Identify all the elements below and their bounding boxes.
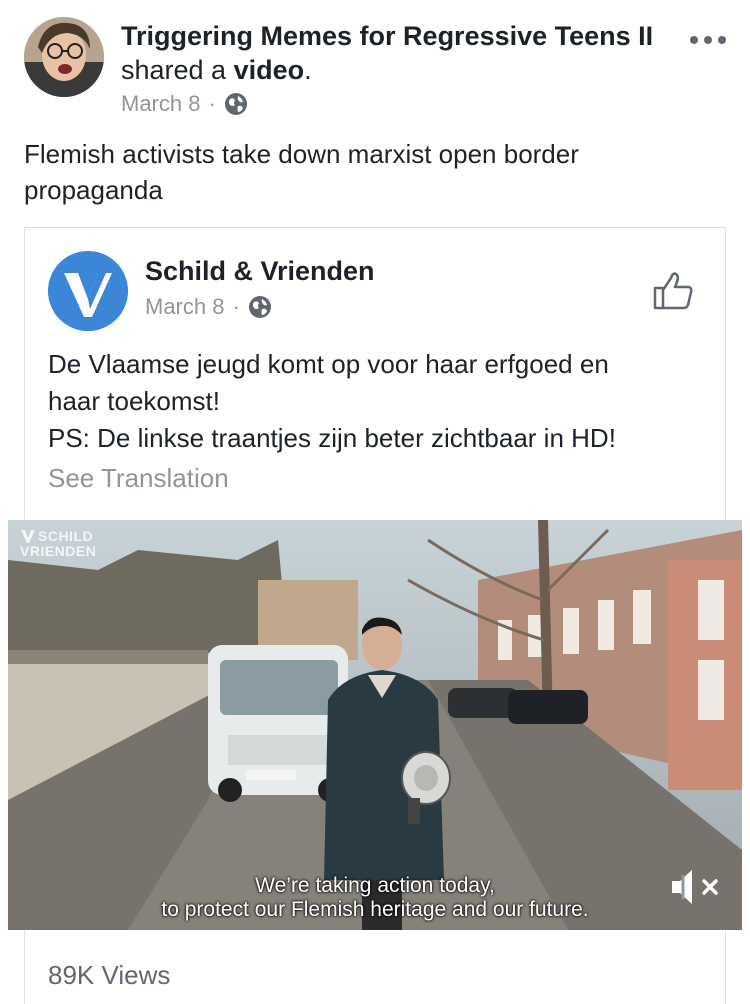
poster-avatar-image <box>24 17 104 97</box>
shared-post-date-link[interactable]: March 8 <box>145 294 224 320</box>
video-watermark: SCHILD VRIENDEN <box>20 528 96 558</box>
meta-separator: · <box>208 91 216 116</box>
poster-avatar[interactable] <box>24 17 104 97</box>
poster-name-link[interactable]: Triggering Memes for Regressive Teens II <box>121 21 653 51</box>
message-line: De Vlaamse jeugd komt op voor haar erfgo… <box>48 349 609 379</box>
speaker-muted-icon[interactable] <box>668 865 724 909</box>
watermark-text-2: VRIENDEN <box>20 543 97 559</box>
video-view-count: 89K Views <box>48 960 171 990</box>
page-name-link[interactable]: Schild & Vrienden <box>145 256 375 287</box>
post-meta: March 8 · <box>121 91 248 117</box>
thumbs-up-icon[interactable] <box>651 268 695 312</box>
post-attribution: Triggering Memes for Regressive Teens II… <box>121 19 681 87</box>
more-dot <box>690 36 698 44</box>
video-subtitle-line1: We’re taking action today, <box>255 874 495 897</box>
more-options-icon[interactable] <box>690 31 726 49</box>
video-frame <box>8 520 742 930</box>
message-line: haar toekomst! <box>48 386 220 416</box>
action-text: shared a <box>121 55 227 85</box>
action-end: . <box>304 55 312 85</box>
video-player[interactable]: SCHILD VRIENDEN We’re taking action toda… <box>8 520 742 930</box>
message-line: PS: De linkse traantjes zijn beter zicht… <box>48 423 616 453</box>
globe-icon[interactable] <box>224 92 248 116</box>
shared-post-message: De Vlaamse jeugd komt op voor haar erfgo… <box>48 346 708 457</box>
post-date-link[interactable]: March 8 <box>121 91 200 117</box>
shared-object-link[interactable]: video <box>234 55 305 85</box>
shared-post-meta: March 8 · <box>145 294 272 320</box>
see-translation-link[interactable]: See Translation <box>48 463 229 494</box>
globe-icon[interactable] <box>248 295 272 319</box>
meta-separator: · <box>232 294 240 319</box>
page-logo-icon <box>48 251 128 331</box>
watermark-line: SCHILD <box>20 528 96 544</box>
post-header: Triggering Memes for Regressive Teens II… <box>24 17 726 117</box>
more-dot <box>704 36 712 44</box>
post-message: Flemish activists take down marxist open… <box>24 139 579 205</box>
watermark-logo-icon <box>21 530 35 543</box>
watermark-text-1: SCHILD <box>38 528 94 544</box>
more-dot <box>718 36 726 44</box>
video-subtitle-line2: to protect our Flemish heritage and our … <box>161 898 589 921</box>
page-avatar[interactable] <box>48 251 128 331</box>
